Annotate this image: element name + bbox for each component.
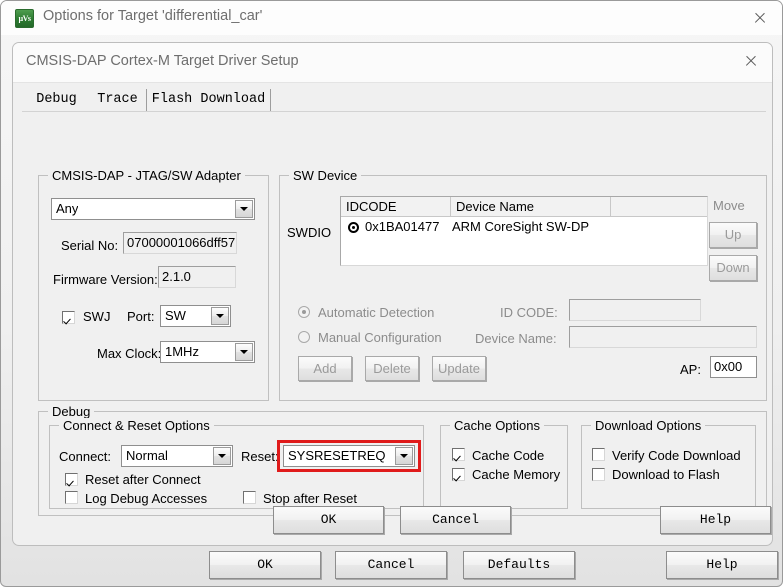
- verify-code-download-label: Verify Code Download: [612, 448, 741, 463]
- device-selected-icon: [348, 222, 359, 233]
- close-icon[interactable]: [738, 2, 782, 34]
- verify-code-download-checkbox[interactable]: [592, 448, 605, 461]
- column-header-idcode: IDCODE: [341, 197, 451, 216]
- device-name-value: ARM CoreSight SW-DP: [452, 219, 590, 234]
- outer-window-title: Options for Target 'differential_car': [43, 8, 263, 24]
- reset-label: Reset:: [241, 449, 279, 464]
- automatic-detection-radio[interactable]: [298, 306, 310, 318]
- max-clock-select[interactable]: 1MHz: [160, 341, 255, 363]
- automatic-detection-label: Automatic Detection: [318, 305, 435, 320]
- cache-code-label: Cache Code: [472, 448, 545, 463]
- ap-value: 0x00: [714, 359, 743, 374]
- device-name-label: Device Name:: [475, 331, 557, 346]
- connect-reset-options-title: Connect & Reset Options: [59, 418, 214, 433]
- delete-button[interactable]: Delete: [365, 356, 419, 381]
- add-button[interactable]: Add: [298, 356, 352, 381]
- connect-select[interactable]: Normal: [121, 445, 233, 467]
- firmware-version-value: 2.1.0: [162, 269, 191, 284]
- close-icon[interactable]: [729, 45, 772, 77]
- reset-after-connect-label: Reset after Connect: [85, 472, 201, 487]
- device-name-field[interactable]: [569, 326, 757, 348]
- outer-button-bar: OK Cancel Defaults Help: [1, 546, 782, 586]
- tab-debug[interactable]: Debug: [24, 89, 89, 112]
- device-table[interactable]: IDCODE Device Name 0x1BA01477 ARM CoreSi…: [340, 196, 708, 266]
- inner-help-button[interactable]: Help: [660, 506, 771, 534]
- download-to-flash-checkbox[interactable]: [592, 468, 605, 481]
- table-row[interactable]: 0x1BA01477 ARM CoreSight SW-DP: [341, 218, 707, 238]
- ap-label: AP:: [680, 362, 701, 377]
- uvision-logo-icon: µVs: [15, 9, 34, 28]
- device-idcode: 0x1BA01477: [365, 219, 440, 234]
- port-select[interactable]: SW: [160, 305, 231, 327]
- update-button[interactable]: Update: [432, 356, 486, 381]
- swj-checkbox[interactable]: [62, 311, 75, 324]
- id-code-label: ID CODE:: [500, 305, 558, 320]
- chevron-down-icon[interactable]: [235, 343, 253, 361]
- device-table-header: IDCODE Device Name: [341, 197, 707, 217]
- max-clock-select-value: 1MHz: [165, 344, 199, 359]
- cmsis-dap-driver-setup-dialog: CMSIS-DAP Cortex-M Target Driver Setup D…: [12, 42, 773, 546]
- chevron-down-icon[interactable]: [395, 447, 413, 465]
- connect-select-value: Normal: [126, 448, 168, 463]
- outer-cancel-button[interactable]: Cancel: [335, 551, 447, 579]
- column-header-device-name: Device Name: [451, 197, 611, 216]
- cache-memory-label: Cache Memory: [472, 467, 561, 482]
- debug-group-title: Debug: [48, 404, 95, 419]
- reset-select-value: SYSRESETREQ: [288, 448, 386, 463]
- reset-after-connect-checkbox[interactable]: [65, 473, 78, 486]
- reset-select[interactable]: SYSRESETREQ: [283, 445, 415, 467]
- inner-dialog-title: CMSIS-DAP Cortex-M Target Driver Setup: [26, 53, 299, 69]
- outer-defaults-button[interactable]: Defaults: [463, 551, 575, 579]
- outer-ok-button[interactable]: OK: [209, 551, 321, 579]
- max-clock-label: Max Clock:: [97, 346, 162, 361]
- adapter-select-value: Any: [56, 201, 79, 216]
- port-label: Port:: [127, 309, 155, 324]
- adapter-select[interactable]: Any: [51, 198, 255, 220]
- cache-code-checkbox[interactable]: [452, 448, 465, 461]
- serial-no-field[interactable]: 07000001066dff57: [123, 232, 237, 254]
- chevron-down-icon[interactable]: [213, 447, 231, 465]
- inner-button-bar: OK Cancel Help: [1, 497, 782, 545]
- chevron-down-icon[interactable]: [211, 307, 229, 325]
- download-to-flash-label: Download to Flash: [612, 467, 720, 482]
- cache-options-title: Cache Options: [450, 418, 544, 433]
- sw-device-group-title: SW Device: [289, 168, 362, 183]
- chevron-down-icon[interactable]: [235, 200, 253, 218]
- cache-memory-checkbox[interactable]: [452, 468, 465, 481]
- inner-ok-button[interactable]: OK: [273, 506, 384, 534]
- download-options-title: Download Options: [591, 418, 706, 433]
- move-down-button[interactable]: Down: [709, 255, 757, 281]
- firmware-version-field: 2.1.0: [158, 266, 236, 288]
- column-header-blank: [611, 197, 707, 216]
- connect-label: Connect:: [59, 449, 112, 464]
- serial-no-label: Serial No:: [61, 238, 119, 253]
- inner-cancel-button[interactable]: Cancel: [400, 506, 511, 534]
- move-label: Move: [713, 198, 745, 213]
- ap-field[interactable]: 0x00: [710, 356, 757, 378]
- manual-configuration-radio[interactable]: [298, 331, 310, 343]
- inner-title-bar: CMSIS-DAP Cortex-M Target Driver Setup: [13, 43, 772, 83]
- adapter-group-title: CMSIS-DAP - JTAG/SW Adapter: [48, 168, 245, 183]
- swdio-label: SWDIO: [287, 225, 332, 240]
- tab-trace[interactable]: Trace: [89, 89, 147, 112]
- manual-configuration-label: Manual Configuration: [318, 330, 442, 345]
- tab-strip: Debug Trace Flash Download: [15, 89, 772, 112]
- firmware-version-label: Firmware Version:: [53, 272, 158, 287]
- port-select-value: SW: [165, 308, 186, 323]
- move-up-button[interactable]: Up: [709, 222, 757, 248]
- options-dialog-window: µVs Options for Target 'differential_car…: [0, 0, 783, 587]
- id-code-field[interactable]: [569, 299, 701, 321]
- outer-help-button[interactable]: Help: [666, 551, 778, 579]
- swj-label: SWJ: [83, 309, 111, 324]
- serial-no-value: 07000001066dff57: [127, 235, 236, 250]
- outer-title-bar: µVs Options for Target 'differential_car…: [1, 1, 782, 35]
- tab-flash-download[interactable]: Flash Download: [147, 89, 271, 112]
